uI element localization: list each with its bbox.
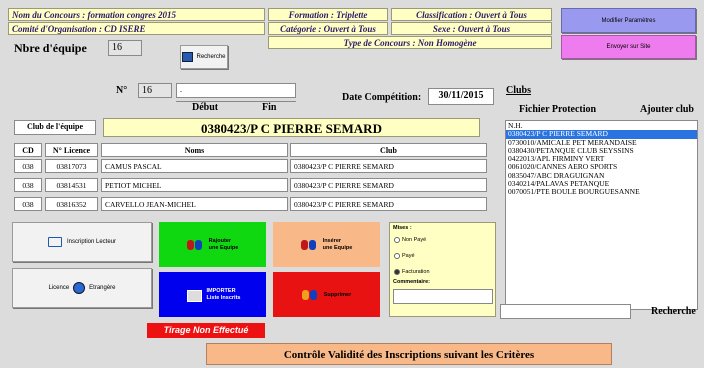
modifier-label: Modifier Paramètres: [601, 17, 656, 24]
concours-name: Nom du Concours : formation congres 2015: [8, 8, 265, 21]
rajouter-line1: Rajouter: [208, 237, 231, 244]
recherche-button[interactable]: Recherche: [651, 306, 696, 317]
nbre-equipe-label: Nbre d'équipe: [14, 41, 87, 55]
non-paye-label: Non Payé: [402, 237, 427, 243]
supprimer-button[interactable]: Supprimer: [273, 272, 380, 317]
row2-cd[interactable]: 038: [14, 178, 42, 192]
row3-cd[interactable]: 038: [14, 197, 42, 211]
comite-organisation: Comité d'Organisation : CD ISERE: [8, 22, 265, 35]
ajouter-club-button[interactable]: Ajouter club: [640, 104, 694, 115]
radio-facturation[interactable]: Facturation: [394, 269, 430, 275]
header-cd: CD: [14, 143, 42, 157]
controle-validite-button[interactable]: Contrôle Validité des Inscriptions suiva…: [206, 343, 612, 365]
commentaire-field[interactable]: [393, 289, 493, 304]
radio-paye[interactable]: Payé: [394, 253, 415, 259]
row1-nom[interactable]: CAMUS PASCAL: [101, 159, 288, 173]
club-search-input[interactable]: [500, 304, 631, 319]
row3-licence[interactable]: 03816352: [45, 197, 98, 211]
rajouter-line2: une Equipe: [208, 244, 239, 251]
recherche-small-button[interactable]: Recherche: [180, 45, 228, 69]
row1-licence[interactable]: 03817073: [45, 159, 98, 173]
inserer-line2: une Equipe: [322, 244, 353, 251]
inscription-lecteur-button[interactable]: Inscription Lecteur: [12, 222, 152, 262]
envoyer-label: Envoyer sur Site: [606, 44, 651, 50]
inscription-label: Inscription Lecteur: [66, 239, 117, 245]
fin-label: Fin: [262, 102, 277, 113]
inserer-equipe-button[interactable]: Insérer une Equipe: [273, 222, 380, 267]
paye-label: Payé: [402, 253, 415, 259]
header-noms: Noms: [101, 143, 288, 157]
globe-icon: [73, 282, 86, 294]
formation: Formation : Triplette: [268, 8, 388, 21]
licence-etrangere-button[interactable]: Licence Etrangère: [12, 268, 152, 308]
licence-label: Licence: [48, 285, 70, 291]
sexe: Sexe : Ouvert à Tous: [391, 22, 552, 35]
mises-panel: Mises : Non Payé Payé Facturation Commen…: [389, 222, 496, 317]
users-delete-icon: [301, 289, 320, 301]
divider-line: [176, 101, 296, 102]
numero-value: 16: [138, 83, 172, 98]
row2-club[interactable]: 0380423/P C PIERRE SEMARD: [290, 178, 487, 192]
card-reader-icon: [47, 237, 62, 247]
list-item[interactable]: 0070051/PTE BOULE BOURGUESANNE: [506, 188, 697, 197]
date-competition-value[interactable]: 30/11/2015: [428, 88, 494, 105]
debut-label: Début: [192, 102, 219, 113]
classification: Classification : Ouvert à Tous: [391, 8, 552, 21]
numero-label: N°: [116, 85, 128, 96]
radio-non-paye[interactable]: Non Payé: [394, 237, 426, 243]
row1-cd[interactable]: 038: [14, 159, 42, 173]
numero-field[interactable]: .: [176, 83, 296, 98]
row3-nom[interactable]: CARVELLO JEAN-MICHEL: [101, 197, 288, 211]
categorie: Catégorie : Ouvert à Tous: [268, 22, 388, 35]
recherche-small-label: Recherche: [196, 54, 226, 60]
supprimer-label: Supprimer: [323, 291, 352, 298]
modifier-parametres-button[interactable]: Modifier Paramètres: [561, 8, 696, 33]
commentaire-label: Commentaire:: [393, 279, 430, 285]
radio-selected-icon: [394, 269, 400, 275]
club-equipe-name: 0380423/P C PIERRE SEMARD: [103, 118, 480, 137]
row3-club[interactable]: 0380423/P C PIERRE SEMARD: [290, 197, 487, 211]
row1-club[interactable]: 0380423/P C PIERRE SEMARD: [290, 159, 487, 173]
import-icon: [185, 289, 203, 302]
date-competition-label: Date Compétition:: [342, 92, 422, 103]
importer-liste-button[interactable]: IMPORTER Liste Inscrits: [159, 272, 266, 317]
rajouter-equipe-button[interactable]: Rajouter une Equipe: [159, 222, 266, 267]
envoyer-site-button[interactable]: Envoyer sur Site: [561, 35, 696, 59]
row2-licence[interactable]: 03814531: [45, 178, 98, 192]
header-licence: N° Licence: [45, 143, 98, 157]
type-concours: Type de Concours : Non Homogène: [268, 36, 552, 49]
inserer-line1: Insérer: [322, 237, 342, 244]
radio-icon: [394, 237, 400, 243]
radio-icon: [394, 253, 400, 259]
clubs-list[interactable]: N.H. 0380423/P C PIERRE SEMARD 0730010/A…: [505, 120, 698, 310]
etrangere-label: Etrangère: [89, 285, 116, 291]
header-club: Club: [290, 143, 487, 157]
users-insert-icon: [300, 239, 319, 251]
clubs-title: Clubs: [506, 85, 532, 96]
club-equipe-label: Club de l'équipe: [14, 120, 96, 135]
importer-line1: IMPORTER: [206, 287, 236, 294]
facturation-label: Facturation: [402, 269, 430, 275]
tirage-status: Tirage Non Effectué: [147, 323, 265, 338]
search-icon: [182, 52, 194, 62]
fichier-protection-button[interactable]: Fichier Protection: [519, 104, 596, 115]
users-add-icon: [186, 239, 205, 251]
mises-label: Mises :: [393, 225, 412, 231]
row2-nom[interactable]: PETIOT MICHEL: [101, 178, 288, 192]
importer-line2: Liste Inscrits: [206, 294, 241, 301]
nbre-equipe-value: 16: [108, 40, 142, 56]
